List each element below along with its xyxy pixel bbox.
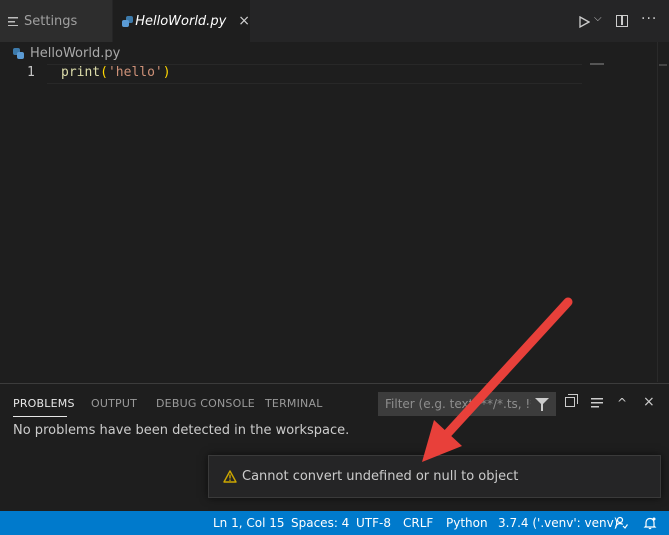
notification-toast[interactable]: Cannot convert undefined or null to obje… bbox=[208, 455, 661, 498]
panel-tab-debug-console[interactable]: DEBUG CONSOLE bbox=[156, 397, 255, 410]
code-token-string: 'hello' bbox=[107, 65, 163, 80]
breadcrumb-file[interactable]: HelloWorld.py bbox=[30, 46, 120, 61]
code-token-function: print bbox=[61, 65, 101, 80]
status-cursor-position[interactable]: Ln 1, Col 15 bbox=[213, 516, 285, 530]
notifications-bell-icon[interactable] bbox=[643, 516, 657, 530]
close-tab-icon[interactable]: × bbox=[238, 13, 250, 29]
view-as-tree-icon[interactable] bbox=[591, 398, 603, 408]
split-editor-icon[interactable] bbox=[616, 15, 628, 27]
line-number: 1 bbox=[27, 65, 35, 80]
maximize-panel-icon[interactable]: ^ bbox=[617, 396, 627, 410]
active-tab-indicator bbox=[13, 416, 67, 417]
problems-filter[interactable] bbox=[378, 392, 556, 416]
minimap[interactable] bbox=[590, 63, 604, 65]
feedback-icon[interactable] bbox=[614, 516, 628, 530]
panel-tab-problems[interactable]: PROBLEMS bbox=[13, 397, 75, 410]
code-token-paren-close: ) bbox=[162, 65, 171, 80]
tab-settings-label: Settings bbox=[24, 13, 78, 29]
panel-tab-terminal[interactable]: TERMINAL bbox=[265, 397, 323, 410]
python-file-icon bbox=[13, 47, 24, 59]
breadcrumb[interactable]: HelloWorld.py bbox=[13, 44, 120, 62]
tab-helloworld-label: HelloWorld.py bbox=[135, 13, 227, 29]
code-token-paren-open: ( bbox=[100, 65, 108, 80]
notification-text: Cannot convert undefined or null to obje… bbox=[242, 469, 519, 484]
status-indentation[interactable]: Spaces: 4 bbox=[291, 516, 349, 530]
more-actions-icon[interactable]: ··· bbox=[641, 11, 657, 27]
collapse-all-icon[interactable] bbox=[565, 394, 578, 407]
editor-scrollbar[interactable] bbox=[657, 42, 669, 382]
problems-message: No problems have been detected in the wo… bbox=[13, 423, 350, 438]
status-bar: Ln 1, Col 15 Spaces: 4 UTF-8 CRLF Python… bbox=[0, 511, 669, 535]
code-line[interactable]: print('hello') bbox=[61, 64, 171, 82]
tab-settings[interactable]: Settings bbox=[0, 0, 113, 42]
tab-bar: Settings HelloWorld.py × ⌵ ··· bbox=[0, 0, 669, 42]
run-dropdown-icon[interactable]: ⌵ bbox=[594, 13, 602, 24]
close-panel-icon[interactable]: × bbox=[643, 394, 655, 410]
panel-tab-output[interactable]: OUTPUT bbox=[91, 397, 137, 410]
status-interpreter[interactable]: 3.7.4 ('.venv': venv) bbox=[498, 516, 618, 530]
status-language[interactable]: Python bbox=[446, 516, 488, 530]
filter-input[interactable] bbox=[385, 396, 531, 412]
status-line-ending[interactable]: CRLF bbox=[403, 516, 433, 530]
status-encoding[interactable]: UTF-8 bbox=[356, 516, 391, 530]
tab-helloworld[interactable]: HelloWorld.py × bbox=[113, 0, 250, 42]
filter-icon[interactable] bbox=[535, 398, 549, 411]
menu-lines-icon bbox=[8, 16, 18, 26]
python-file-icon bbox=[121, 15, 134, 27]
warning-icon bbox=[223, 470, 237, 483]
run-icon[interactable] bbox=[578, 16, 590, 28]
scrollbar-marker bbox=[659, 64, 667, 66]
